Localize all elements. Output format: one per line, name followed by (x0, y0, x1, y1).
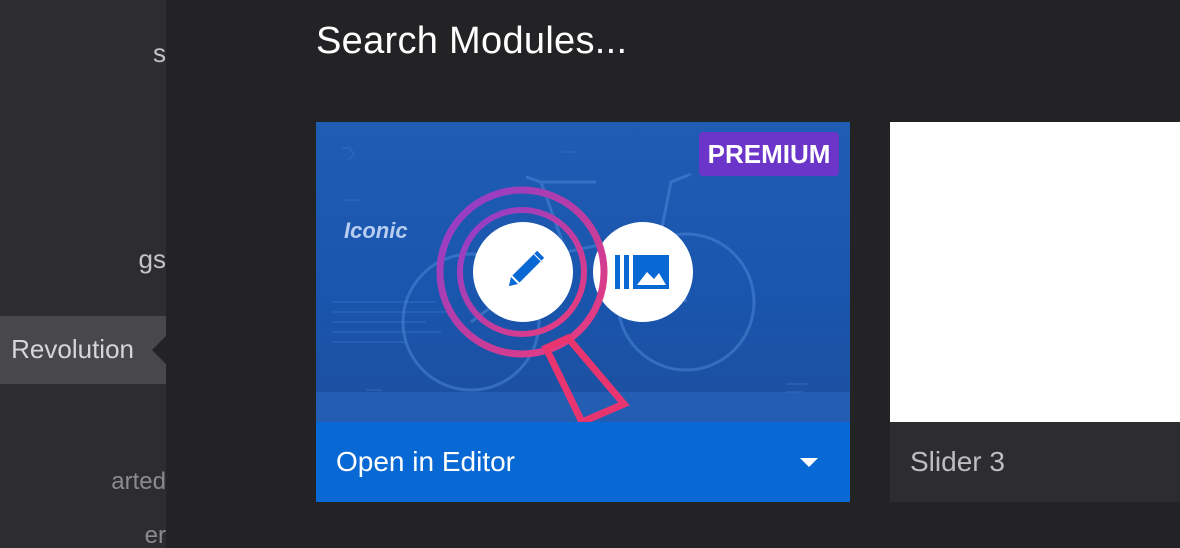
media-library-icon (615, 255, 669, 289)
module-thumbnail: Iconic PREMIUM (316, 122, 850, 422)
sidebar-item-label: gs (138, 244, 166, 274)
sidebar-item-revolution[interactable]: Revolution (0, 316, 166, 384)
sidebar-subitem-label: er (144, 522, 166, 548)
open-in-editor-label: Open in Editor (336, 446, 515, 477)
sidebar-subitem[interactable]: er (0, 522, 166, 548)
module-title: Slider 3 (910, 446, 1005, 477)
edit-module-button[interactable] (473, 222, 573, 322)
sidebar-subitem[interactable]: arted (0, 468, 166, 500)
sidebar-item[interactable]: gs (0, 244, 166, 278)
thumbnail-brand-text: Iconic (344, 218, 408, 243)
page-title: Search Modules... (316, 20, 628, 62)
sidebar-item-label: s (153, 38, 166, 68)
admin-sidebar: s gs Revolution arted er (0, 0, 166, 548)
sidebar-subitem-label: arted (111, 468, 166, 495)
premium-badge: PREMIUM (699, 132, 839, 176)
open-in-editor-button[interactable]: Open in Editor (316, 422, 850, 502)
chevron-down-icon[interactable] (800, 458, 818, 467)
sidebar-item-label: Revolution (11, 334, 134, 364)
module-thumbnail (890, 122, 1180, 422)
pencil-icon (508, 250, 545, 287)
module-footer[interactable]: Slider 3 (890, 422, 1180, 502)
sidebar-item[interactable]: s (0, 38, 166, 72)
module-card[interactable]: Slider 3 (890, 122, 1180, 502)
active-indicator-arrow (152, 336, 166, 364)
module-card[interactable]: Iconic PREMIUM Open in Editor (316, 122, 850, 502)
media-library-button[interactable] (593, 222, 693, 322)
